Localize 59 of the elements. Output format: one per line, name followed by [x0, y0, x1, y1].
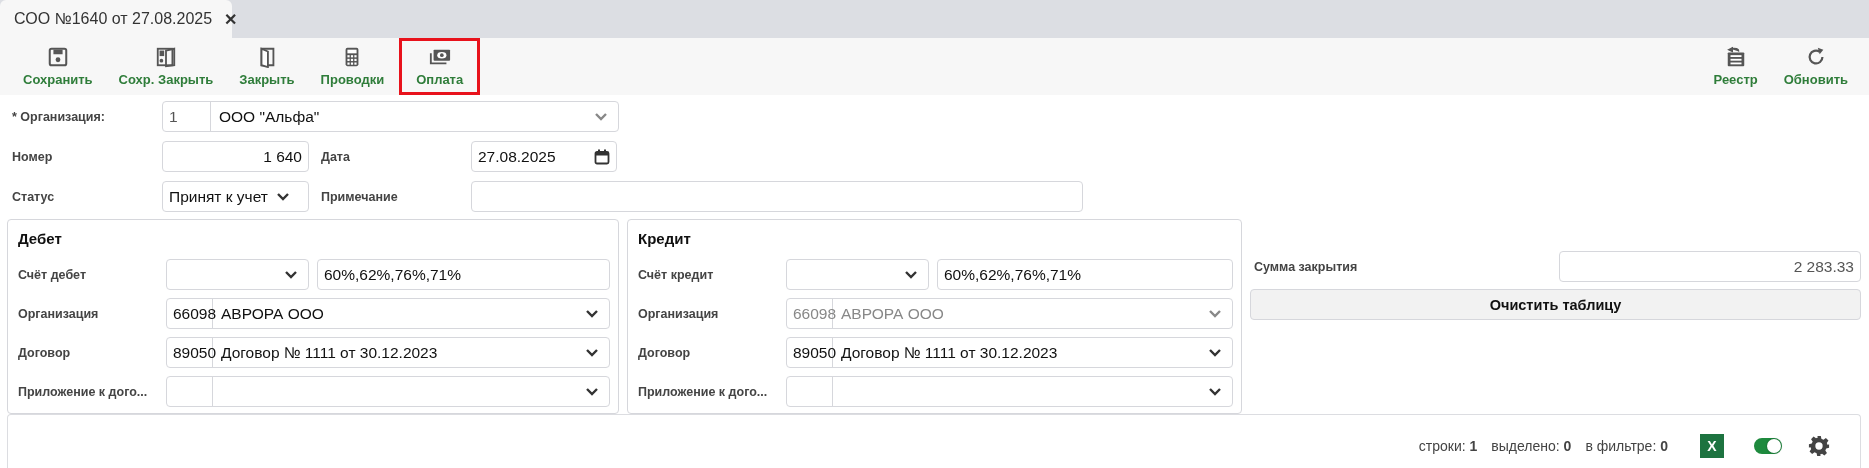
status-dropdown[interactable]: Принят к учет	[162, 181, 309, 212]
chevron-down-icon	[1208, 386, 1222, 397]
chevron-down-icon	[585, 347, 599, 358]
field-label: Сумма закрытия	[1254, 259, 1359, 274]
excel-export-icon[interactable]: X	[1700, 434, 1724, 458]
toolbar-button[interactable]: Сохр. Закрыть	[107, 38, 225, 95]
document-door-icon	[154, 46, 177, 68]
toolbar-button[interactable]: Закрыть	[228, 38, 306, 95]
lookup-field[interactable]: 89050 Договор № 1111 от 30.12.2023	[166, 337, 610, 368]
field-label: * Организация:	[12, 109, 106, 124]
toolbar-button[interactable]: Сохранить	[12, 38, 104, 95]
chevron-down-icon	[284, 269, 298, 280]
row-count-text: выделено: 0	[1491, 438, 1572, 454]
field-label: Договор	[18, 345, 72, 360]
account-dropdown[interactable]	[166, 259, 309, 290]
toolbar-button[interactable]: Проводки	[309, 38, 396, 95]
toolbar-button[interactable]: Оплата	[399, 38, 481, 95]
toggle-switch[interactable]	[1754, 438, 1782, 454]
number-field[interactable]: 1 640	[162, 141, 309, 172]
account-mask-field[interactable]: 60%,62%,76%,71%	[937, 259, 1233, 290]
field-label: Статус	[12, 189, 56, 204]
field-label: Счёт кредит	[638, 267, 715, 282]
floppy-icon	[46, 46, 69, 68]
field-label: Приложение к дого...	[638, 384, 769, 399]
row-count-text: строки: 1	[1418, 438, 1478, 454]
chevron-down-icon	[1208, 308, 1222, 319]
chevron-down-icon	[1208, 347, 1222, 358]
field-label: Договор	[638, 345, 692, 360]
total-field: 2 283.33	[1559, 251, 1861, 282]
lookup-field[interactable]: 89050 Договор № 1111 от 30.12.2023	[786, 337, 1233, 368]
chevron-down-icon	[276, 191, 290, 202]
field-label: Организация	[638, 306, 720, 321]
field-label: Примечание	[321, 189, 399, 204]
clear-table-button[interactable]: Очистить таблицу	[1250, 289, 1861, 320]
field-label: Организация	[18, 306, 100, 321]
chevron-down-icon	[585, 386, 599, 397]
field-label: Приложение к дого...	[18, 384, 149, 399]
account-dropdown[interactable]	[786, 259, 929, 290]
settings-icon[interactable]	[1808, 435, 1830, 457]
note-field[interactable]	[471, 181, 1083, 212]
account-mask-field[interactable]: 60%,62%,76%,71%	[317, 259, 610, 290]
chevron-down-icon	[585, 308, 599, 319]
calendar-icon	[594, 148, 610, 165]
row-count-text: в фильтре: 0	[1585, 438, 1668, 454]
field-label: Номер	[12, 149, 54, 164]
lookup-field[interactable]	[786, 376, 1233, 407]
field-label: Счёт дебет	[18, 267, 88, 282]
toolbar-button[interactable]: Обновить	[1772, 38, 1859, 95]
lookup-field[interactable]: 66098 АВРОРА ООО	[166, 298, 610, 329]
lookup-field[interactable]	[166, 376, 610, 407]
date-field[interactable]: 27.08.2025	[471, 141, 617, 172]
organization-field[interactable]: 1 ООО "Альфа"	[162, 101, 619, 132]
field-label: Дата	[321, 149, 351, 164]
chevron-down-icon	[594, 111, 608, 122]
list-icon	[1724, 46, 1747, 68]
section-title: Кредит	[638, 230, 692, 249]
section-title: Дебет	[18, 230, 63, 249]
chevron-down-icon	[904, 269, 918, 280]
toolbar-button[interactable]: Реестр	[1702, 38, 1769, 95]
